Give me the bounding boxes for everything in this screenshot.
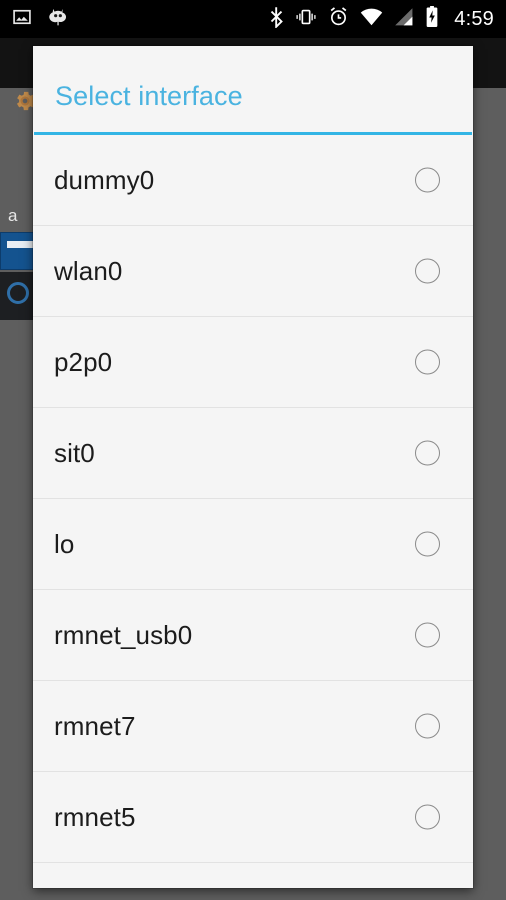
list-item[interactable]: lo (33, 499, 473, 590)
radio-button[interactable] (415, 440, 440, 466)
background-tile-dark (0, 272, 34, 320)
interface-list[interactable]: dummy0 wlan0 p2p0 sit0 lo rmnet_usb0 rmnet7 rmn… (33, 135, 473, 888)
battery-charging-icon (425, 6, 439, 32)
alarm-icon (328, 6, 349, 32)
interface-name-label: sit0 (54, 437, 95, 468)
status-bar: 4:59 (0, 0, 506, 38)
list-item-partial[interactable] (33, 863, 473, 884)
interface-name-label: wlan0 (54, 255, 123, 286)
dialog-title: Select interface (55, 81, 243, 111)
radio-button[interactable] (415, 622, 440, 648)
vibrate-icon (295, 7, 317, 32)
interface-name-label: rmnet5 (54, 801, 136, 832)
radio-button[interactable] (415, 531, 440, 557)
bluetooth-icon (269, 6, 284, 33)
select-interface-dialog: Select interface dummy0 wlan0 p2p0 sit0 lo rm… (33, 46, 473, 888)
interface-name-label: rmnet_usb0 (54, 619, 193, 650)
background-tile-circle (7, 282, 29, 304)
interface-name-label: p2p0 (54, 346, 113, 377)
background-partial-label: a (8, 206, 18, 225)
interface-name-label: dummy0 (54, 164, 155, 195)
interface-name-label: rmnet7 (54, 710, 136, 741)
list-item[interactable]: dummy0 (33, 135, 473, 226)
background-tile-blue (0, 232, 34, 270)
dialog-title-area: Select interface (33, 46, 473, 132)
interface-name-label: lo (54, 528, 75, 559)
list-item[interactable]: rmnet7 (33, 681, 473, 772)
list-item[interactable]: p2p0 (33, 317, 473, 408)
radio-button[interactable] (415, 804, 440, 830)
status-bar-right-icons: 4:59 (269, 6, 494, 33)
cell-signal-icon (394, 7, 414, 32)
background-tile-bar (7, 241, 33, 248)
wifi-icon (360, 7, 383, 32)
image-icon (12, 7, 32, 32)
status-bar-clock: 4:59 (454, 7, 494, 30)
list-item[interactable]: sit0 (33, 408, 473, 499)
list-item[interactable]: wlan0 (33, 226, 473, 317)
radio-button[interactable] (415, 713, 440, 739)
status-bar-left-icons (12, 6, 68, 33)
radio-button[interactable] (415, 349, 440, 375)
radio-button[interactable] (415, 167, 440, 193)
list-item[interactable]: rmnet_usb0 (33, 590, 473, 681)
list-item[interactable]: rmnet5 (33, 772, 473, 863)
radio-button[interactable] (415, 258, 440, 284)
cyanogenmod-icon (48, 6, 68, 33)
